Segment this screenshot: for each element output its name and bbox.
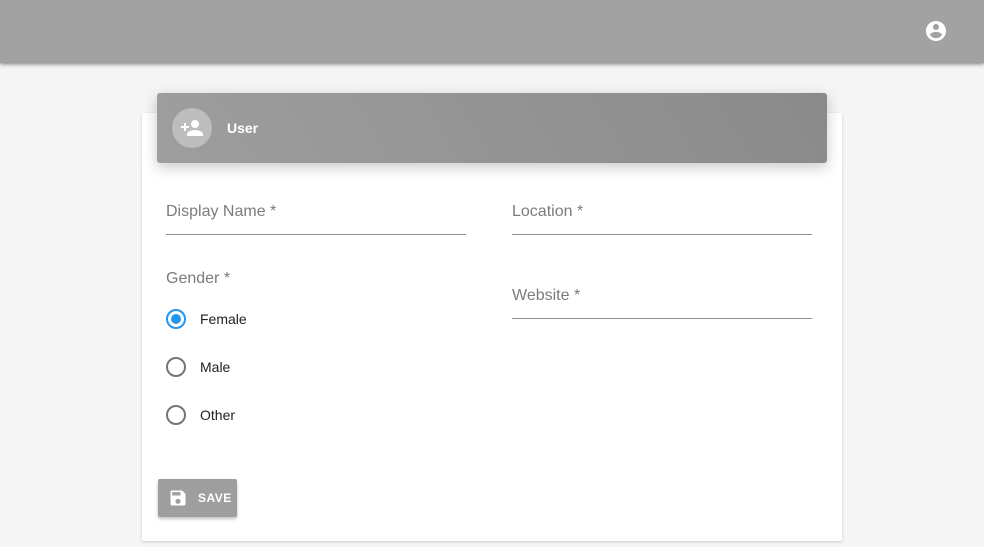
- location-field[interactable]: Location *: [512, 195, 812, 235]
- website-label: Website *: [512, 287, 581, 304]
- card-title: User: [227, 120, 259, 136]
- app-bar: [0, 0, 984, 63]
- display-name-label: Display Name *: [166, 203, 277, 220]
- radio-checked-icon: [166, 309, 186, 329]
- person-add-icon: [181, 120, 203, 136]
- radio-unchecked-icon: [166, 405, 186, 425]
- header-avatar: [172, 108, 212, 148]
- gender-radio-other[interactable]: Other: [158, 397, 298, 433]
- radio-label-female: Female: [200, 311, 247, 327]
- gender-radio-male[interactable]: Male: [158, 349, 298, 385]
- radio-unchecked-icon: [166, 357, 186, 377]
- save-icon: [168, 488, 188, 508]
- save-button[interactable]: SAVE: [158, 479, 237, 517]
- save-button-label: SAVE: [198, 491, 232, 505]
- gender-label: Gender *: [166, 270, 231, 287]
- radio-label-male: Male: [200, 359, 231, 375]
- gender-radio-female[interactable]: Female: [158, 301, 298, 337]
- account-circle-icon: [926, 21, 946, 41]
- card-header: User: [157, 93, 827, 163]
- location-label: Location *: [512, 203, 584, 220]
- account-button[interactable]: [920, 15, 952, 47]
- radio-label-other: Other: [200, 407, 236, 423]
- display-name-field[interactable]: Display Name *: [166, 195, 466, 235]
- website-field[interactable]: Website *: [512, 279, 812, 319]
